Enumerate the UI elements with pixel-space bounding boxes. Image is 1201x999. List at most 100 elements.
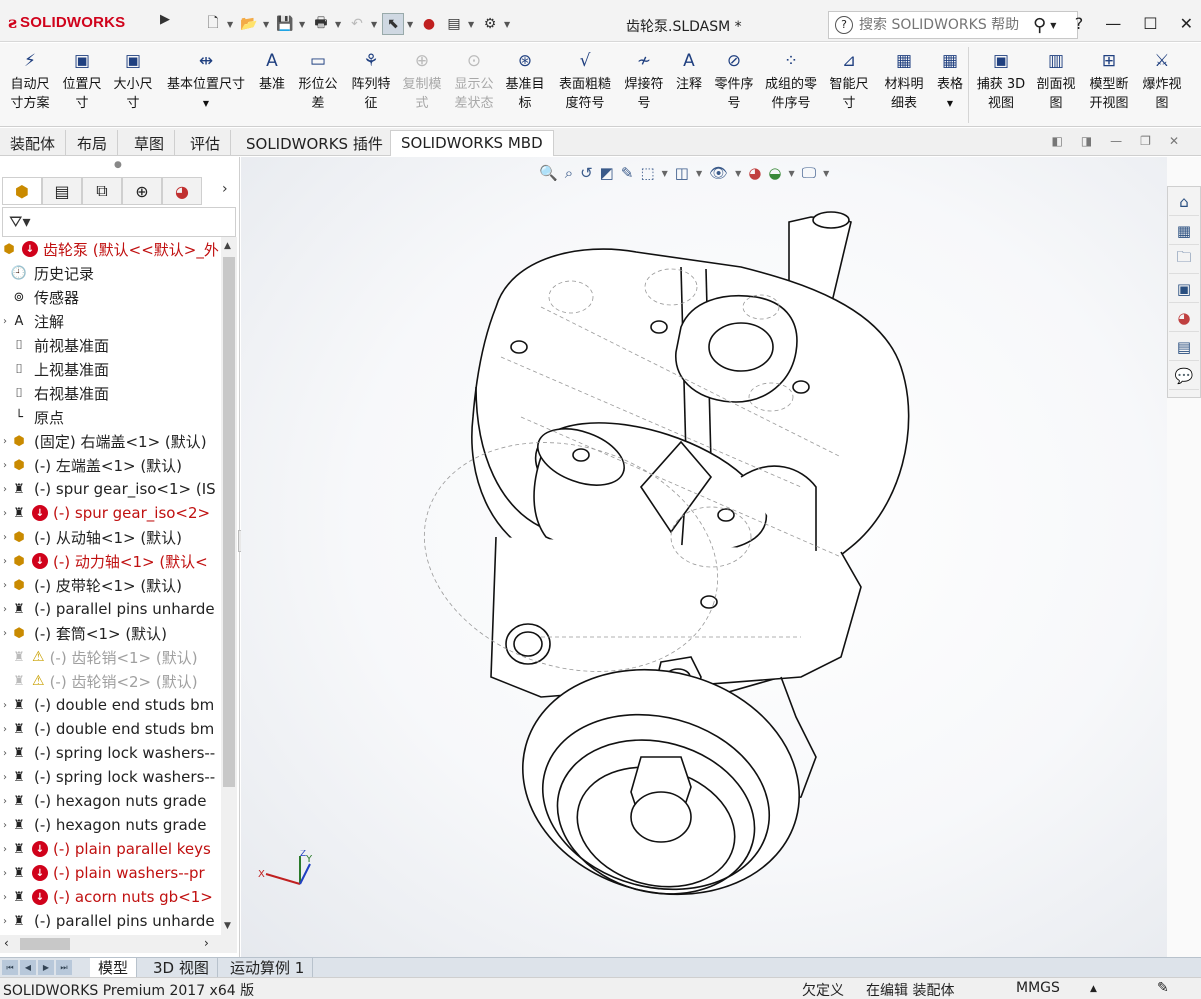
expand-arrow-icon[interactable]: › (0, 772, 10, 783)
tree-vertical-scrollbar[interactable]: ▲ ▼ (221, 237, 237, 937)
expand-arrow-icon[interactable]: › (0, 460, 10, 471)
expand-arrow-icon[interactable]: › (0, 604, 10, 615)
ribbon-button-datum-target[interactable]: ⊛ 基准目 标 (500, 49, 550, 113)
horizontal-scroll-thumb[interactable] (20, 938, 70, 950)
tree-item[interactable]: › ♜ ↓ (-) plain washers--pr (0, 861, 220, 885)
ribbon-button-section-view[interactable]: ▥ 剖面视 图 (1032, 49, 1080, 113)
expand-arrow-icon[interactable]: › (0, 700, 10, 711)
expand-arrow-icon[interactable]: › (0, 316, 10, 327)
search-icon[interactable]: ⚲ (1033, 15, 1046, 36)
ribbon-button-size-dimension[interactable]: ▣ 大小尺 寸 (108, 49, 158, 113)
tree-item[interactable]: › ♜ ↓ (-) plain parallel keys (0, 837, 220, 861)
tree-item[interactable]: › ♜ (-) spring lock washers-- (0, 765, 220, 789)
expand-arrow-icon[interactable]: › (0, 796, 10, 807)
tab-4[interactable]: SOLIDWORKS 插件 (236, 130, 394, 156)
expand-arrow-icon[interactable]: › (0, 556, 10, 567)
print-icon[interactable]: 🖶 (310, 13, 332, 35)
tree-item[interactable]: › ⬢ (-) 皮带轮<1> (默认) (0, 573, 220, 597)
appearances-scenes-icon[interactable]: ◕ (1169, 304, 1199, 332)
ribbon-button-pattern-feature[interactable]: ⚘ 阵列特 征 (346, 49, 396, 113)
scroll-down-icon[interactable]: ▼ (224, 921, 231, 931)
rebuild-traffic-light-icon[interactable]: ● (418, 13, 440, 35)
select-cursor-icon[interactable]: ⬉ (382, 13, 404, 35)
ribbon-dropdown-icon[interactable]: ▼ (162, 94, 250, 113)
tree-item[interactable]: › ♜ (-) parallel pins unharde (0, 909, 220, 933)
tab-5[interactable]: SOLIDWORKS MBD (390, 130, 554, 156)
solidworks-forum-icon[interactable]: 💬 (1169, 362, 1199, 390)
doc-minimize-icon[interactable]: — (1110, 134, 1122, 148)
expand-arrow-icon[interactable]: › (0, 580, 10, 591)
ribbon-button-model-break-view[interactable]: ⊞ 模型断 开视图 (1084, 49, 1134, 113)
doc-restore-right-icon[interactable]: ◨ (1081, 134, 1092, 148)
tree-item[interactable]: › ⬢ (-) 套筒<1> (默认) (0, 621, 220, 645)
ribbon-button-copy-scheme[interactable]: ⊕ 复制模 式 (398, 49, 446, 113)
expand-arrow-icon[interactable]: › (0, 892, 10, 903)
tree-item[interactable]: ⌷ 上视基准面 (0, 357, 220, 381)
doc-restore-left-icon[interactable]: ◧ (1051, 134, 1062, 148)
doc-maximize-icon[interactable]: ❐ (1140, 134, 1151, 148)
bottom-tab-2[interactable]: 运动算例 1 (222, 958, 314, 978)
expand-arrow-icon[interactable]: › (0, 484, 10, 495)
tree-item[interactable]: › ♜ (-) spur gear_iso<1> (IS (0, 477, 220, 501)
ribbon-button-auto-dimension[interactable]: ⚡ 自动尺 寸方案 (4, 49, 56, 113)
status-tool-icon[interactable]: ✎ (1157, 980, 1169, 996)
menu-expand-arrow-icon[interactable]: ▶ (160, 12, 170, 27)
expand-arrow-icon[interactable]: › (0, 436, 10, 447)
expand-arrow-icon[interactable]: › (0, 532, 10, 543)
feature-manager-tab-icon[interactable]: ⬢ (2, 177, 42, 205)
dimxpert-manager-tab-icon[interactable]: ⊕ (122, 177, 162, 205)
ribbon-dropdown-icon[interactable]: ▼ (934, 94, 966, 113)
expand-arrow-icon[interactable]: › (0, 820, 10, 831)
graphics-area[interactable]: 🔍 ⌕ ↺ ◩ ✎ ⬚ ▼ ◫ ▼ 👁 ▼ ◕ ◒ ▼ 🖵 ▼ X Y Z (241, 157, 1167, 957)
print-dropdown-icon[interactable]: ▼ (335, 20, 343, 29)
minimize-icon[interactable]: — (1105, 14, 1121, 33)
search-dropdown-icon[interactable]: ▼ (1050, 21, 1056, 30)
custom-properties-icon[interactable]: ▤ (1169, 333, 1199, 361)
ribbon-button-weld-symbol[interactable]: ≁ 焊接符 号 (621, 49, 667, 113)
last-tab-icon[interactable]: ⏭ (56, 960, 72, 975)
configuration-manager-tab-icon[interactable]: ⧉ (82, 177, 122, 205)
tree-item[interactable]: ⊚ 传感器 (0, 285, 220, 309)
file-explorer-icon[interactable]: 🗀 (1169, 246, 1199, 274)
open-dropdown-icon[interactable]: ▼ (263, 20, 271, 29)
scroll-up-icon[interactable]: ▲ (224, 241, 231, 251)
undo-dropdown-icon[interactable]: ▼ (371, 20, 379, 29)
tree-item[interactable]: › ♜ (-) double end studs bm (0, 717, 220, 741)
tree-item[interactable]: › ♜ (-) double end studs bm (0, 693, 220, 717)
tree-item[interactable]: › ♜ (-) spring lock washers-- (0, 741, 220, 765)
tree-item[interactable]: ♜ ⚠ (-) 齿轮销<1> (默认) (0, 645, 220, 669)
solidworks-resources-icon[interactable]: ⌂ (1169, 188, 1199, 216)
ribbon-button-location-dimension[interactable]: ▣ 位置尺 寸 (58, 49, 106, 113)
tab-0[interactable]: 装配体 (0, 130, 67, 156)
options-gear-icon[interactable]: ⚙ (479, 13, 501, 35)
property-manager-tab-icon[interactable]: ▤ (42, 177, 82, 205)
ribbon-button-bom[interactable]: ▦ 材料明 细表 (878, 49, 930, 113)
panel-tabs-more-icon[interactable]: › (222, 181, 228, 197)
tree-item[interactable]: ⌷ 前视基准面 (0, 333, 220, 357)
ribbon-button-surface-finish[interactable]: √ 表面粗糙 度符号 (553, 49, 617, 113)
tab-1[interactable]: 布局 (67, 130, 119, 156)
bottom-tab-0[interactable]: 模型 (90, 958, 138, 978)
tree-item[interactable]: › ⬢ ↓ (-) 动力轴<1> (默认< (0, 549, 220, 573)
open-document-icon[interactable]: 📂 (238, 13, 260, 35)
bottom-tab-1[interactable]: 3D 视图 (145, 958, 218, 978)
save-icon[interactable]: 💾 (274, 13, 296, 35)
tree-item[interactable]: 🕘 历史记录 (0, 261, 220, 285)
scroll-left-icon[interactable]: ‹ (4, 936, 9, 950)
next-tab-icon[interactable]: ▶ (38, 960, 54, 975)
tree-horizontal-scrollbar[interactable]: ‹ › (0, 935, 237, 953)
tree-item[interactable]: └ 原点 (0, 405, 220, 429)
help-question-icon[interactable]: ? (835, 16, 853, 34)
tree-item[interactable]: › ♜ (-) hexagon nuts grade (0, 813, 220, 837)
ribbon-button-balloon[interactable]: ⊘ 零件序 号 (711, 49, 757, 113)
undo-icon[interactable]: ↶ (346, 13, 368, 35)
ribbon-button-capture-3d-view[interactable]: ▣ 捕获 3D 视图 (972, 49, 1030, 113)
ribbon-button-stacked-balloon[interactable]: ⁘ 成组的零 件序号 (761, 49, 821, 113)
expand-arrow-icon[interactable]: › (0, 868, 10, 879)
tab-2[interactable]: 草图 (124, 130, 176, 156)
expand-arrow-icon[interactable]: › (0, 724, 10, 735)
options-dropdown-icon[interactable]: ▼ (504, 20, 512, 29)
design-library-icon[interactable]: ▦ (1169, 217, 1199, 245)
file-properties-icon[interactable]: ▤ (443, 13, 465, 35)
expand-arrow-icon[interactable]: › (0, 748, 10, 759)
